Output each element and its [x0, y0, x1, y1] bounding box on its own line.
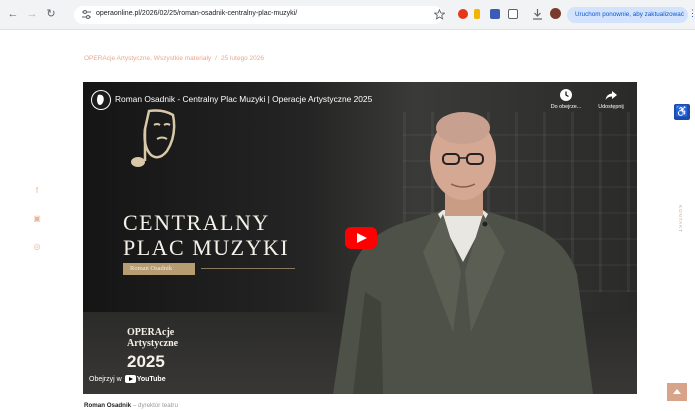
contact-side-tab[interactable]: KONTAKT	[678, 205, 686, 247]
event-name-line-1: OPERAcje	[127, 327, 175, 338]
breadcrumb-separator: /	[215, 55, 217, 62]
extension-icon[interactable]	[490, 9, 500, 19]
breadcrumb-categories[interactable]: OPERAcje Artystyczne, Wszystkie materiał…	[84, 55, 211, 62]
youtube-wordmark: YouTube	[136, 375, 166, 383]
headline-line-2: PLAC MUZYKI	[123, 235, 290, 260]
youtube-icon[interactable]: ▣	[32, 214, 42, 224]
url-text: operaonline.pl/2026/02/25/roman-osadnik-…	[96, 10, 298, 17]
opera-masks-logo-icon	[131, 109, 176, 167]
caption-role: dyrektor teatru	[138, 402, 178, 409]
extensions-puzzle-icon[interactable]	[508, 9, 518, 19]
caption-separator: –	[131, 402, 138, 409]
event-name-line-2: Artystyczne	[127, 338, 179, 349]
back-arrow-icon[interactable]: ←	[7, 8, 19, 20]
caption-name: Roman Osadnik	[84, 402, 132, 409]
share-arrow-icon	[605, 91, 617, 100]
reload-icon[interactable]: ↻	[45, 8, 57, 20]
contact-side-tab-label: KONTAKT	[678, 205, 683, 233]
watch-later-button[interactable]: Do obejrze...	[541, 88, 591, 110]
play-button[interactable]	[345, 227, 377, 249]
video-title[interactable]: Roman Osadnik - Centralny Plac Muzyki | …	[115, 94, 372, 104]
video-caption: Roman Osadnik – dyrektor teatru	[84, 402, 178, 409]
watch-on-youtube-link[interactable]: Obejrzyj w YouTube	[89, 375, 166, 383]
site-settings-icon[interactable]	[81, 9, 92, 20]
bookmark-star-icon[interactable]	[434, 9, 445, 20]
channel-logo-icon	[92, 91, 110, 109]
decorative-line	[201, 268, 295, 269]
opera-extension-icon[interactable]	[458, 9, 468, 19]
video-thumbnail-headline: CENTRALNY PLAC MUZYKI	[123, 210, 289, 260]
update-button-label: Uruchom ponownie, aby zaktualizować	[575, 11, 684, 18]
update-button[interactable]: Uruchom ponownie, aby zaktualizować	[567, 7, 688, 23]
youtube-video-embed[interactable]: Roman Osadnik - Centralny Plac Muzyki | …	[83, 82, 637, 394]
scroll-to-top-button[interactable]	[667, 383, 687, 401]
speaker-name-tag: Roman Osadnik	[123, 263, 195, 275]
extension-icon[interactable]	[474, 9, 480, 19]
event-year: 2025	[127, 352, 165, 371]
profile-avatar[interactable]	[550, 8, 561, 19]
watch-on-label: Obejrzyj w	[89, 375, 122, 383]
headline-line-1: CENTRALNY	[123, 210, 270, 235]
menu-dots-icon[interactable]: ⋮	[688, 8, 695, 19]
speaker-figure	[333, 112, 593, 394]
forward-arrow-icon[interactable]: →	[26, 8, 38, 20]
watch-later-label: Do obejrze...	[550, 104, 582, 110]
clock-icon	[560, 89, 572, 101]
download-icon[interactable]	[532, 8, 543, 20]
speaker-name-tag-text: Roman Osadnik	[130, 265, 173, 272]
accessibility-icon[interactable]: ♿	[674, 104, 690, 120]
breadcrumb-date: 25 lutego 2026	[220, 55, 264, 62]
share-button[interactable]: Udostępnij	[586, 88, 636, 110]
youtube-logo-icon	[124, 375, 136, 383]
address-bar[interactable]: operaonline.pl/2026/02/25/roman-osadnik-…	[74, 6, 443, 24]
browser-toolbar: ← → ↻ operaonline.pl/2026/02/25/roman-os…	[0, 0, 695, 30]
facebook-icon[interactable]: f	[32, 186, 42, 196]
share-label: Udostępnij	[598, 104, 624, 110]
instagram-icon[interactable]: ◎	[32, 242, 42, 252]
channel-avatar[interactable]	[91, 90, 111, 110]
breadcrumb: OPERAcje Artystyczne, Wszystkie materiał…	[84, 55, 264, 62]
